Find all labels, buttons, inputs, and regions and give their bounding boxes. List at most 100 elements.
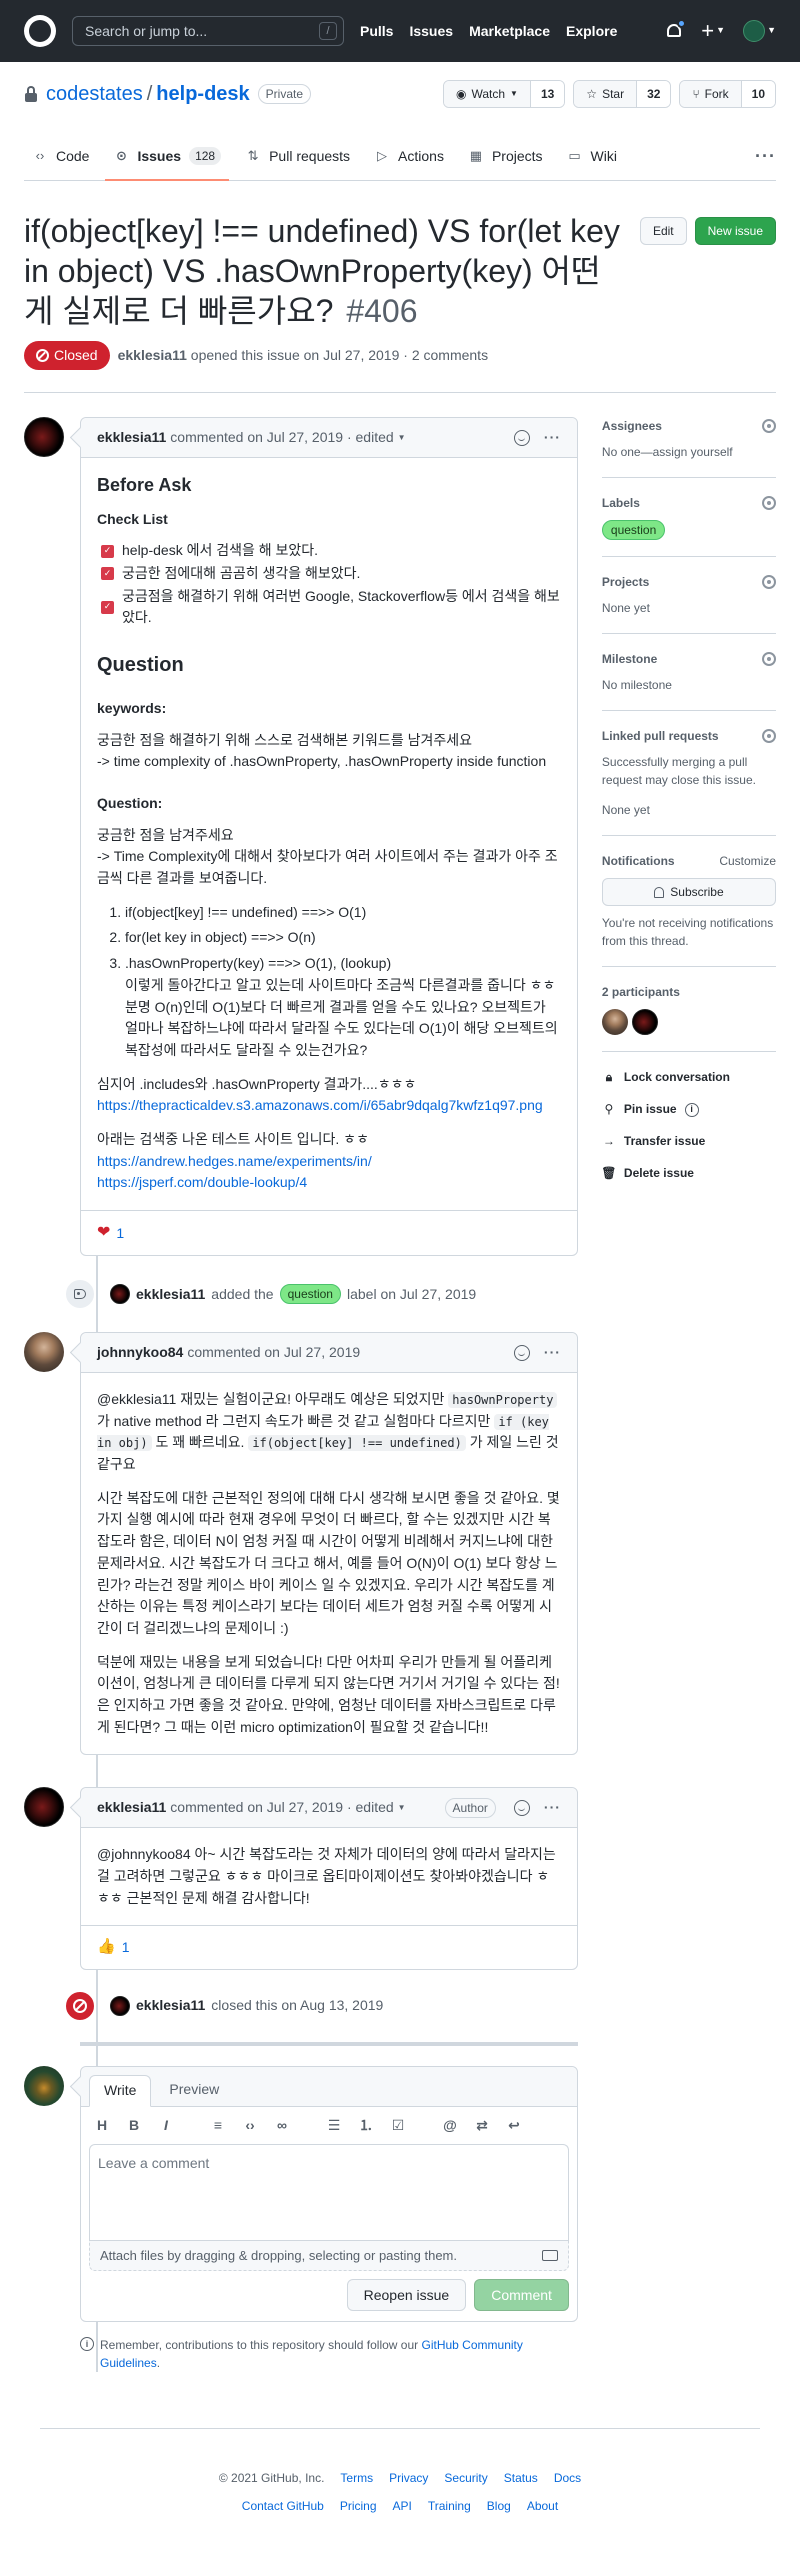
- gear-icon[interactable]: [762, 652, 776, 666]
- markdown-icon[interactable]: [541, 2250, 558, 2262]
- delete-issue-button[interactable]: 🗑︎ Delete issue: [601, 1164, 776, 1182]
- footer-link-training[interactable]: Training: [428, 2497, 471, 2515]
- comment-meta[interactable]: commented on Jul 27, 2019 · edited: [170, 1797, 393, 1818]
- event-author-link[interactable]: ekklesia11: [136, 1995, 205, 2016]
- tab-issues[interactable]: ⊙ Issues 128: [105, 132, 229, 181]
- tab-actions[interactable]: ▷ Actions: [366, 132, 452, 180]
- bold-icon[interactable]: B: [125, 2115, 143, 2136]
- thumbs-up-reaction[interactable]: 👍 1: [97, 1936, 129, 1959]
- footer-link-api[interactable]: API: [393, 2497, 412, 2515]
- nav-explore[interactable]: Explore: [566, 21, 617, 42]
- watch-count[interactable]: 13: [530, 81, 565, 107]
- participant-avatar[interactable]: [601, 1009, 628, 1035]
- gear-icon[interactable]: [762, 419, 776, 433]
- avatar[interactable]: [110, 1284, 130, 1304]
- more-tabs-button[interactable]: ···: [755, 132, 776, 180]
- saved-replies-icon[interactable]: ↩: [505, 2115, 523, 2136]
- add-reaction-icon[interactable]: [513, 1344, 530, 1361]
- avatar[interactable]: [24, 417, 64, 457]
- lock-conversation-button[interactable]: 🔒︎ Lock conversation: [602, 1068, 776, 1086]
- reopen-issue-button[interactable]: Reopen issue: [346, 2279, 467, 2312]
- footer-link-status[interactable]: Status: [504, 2469, 538, 2487]
- footer-link-pricing[interactable]: Pricing: [340, 2497, 377, 2515]
- gear-icon[interactable]: [762, 729, 776, 743]
- checkbox-checked-icon[interactable]: ✓: [101, 600, 114, 614]
- comment-options-icon[interactable]: ···: [544, 1797, 561, 1818]
- comment-author-link[interactable]: johnnykoo84: [97, 1342, 183, 1363]
- tab-wiki[interactable]: ▭ Wiki: [559, 132, 625, 180]
- comment-author-link[interactable]: ekklesia11: [97, 427, 166, 448]
- label-badge[interactable]: question: [601, 520, 666, 540]
- tab-projects[interactable]: ▦ Projects: [460, 132, 551, 180]
- assign-yourself-link[interactable]: No one—assign yourself: [602, 443, 776, 461]
- footer-link-docs[interactable]: Docs: [554, 2469, 581, 2487]
- user-menu[interactable]: ▼: [743, 20, 776, 42]
- pin-issue-button[interactable]: ⚲ Pin issue i: [602, 1100, 776, 1118]
- test-site-link[interactable]: https://andrew.hedges.name/experiments/i…: [97, 1153, 372, 1169]
- heart-reaction[interactable]: ❤ 1: [97, 1221, 124, 1245]
- avatar[interactable]: [110, 1995, 130, 2016]
- nav-issues[interactable]: Issues: [409, 21, 453, 42]
- watch-button[interactable]: ◉ Watch ▼: [443, 81, 531, 107]
- tab-code[interactable]: ‹› Code: [24, 132, 97, 180]
- mention-icon[interactable]: @: [441, 2115, 459, 2136]
- unordered-list-icon[interactable]: ☰: [325, 2115, 343, 2136]
- test-site-link[interactable]: https://jsperf.com/double-lookup/4: [97, 1174, 307, 1190]
- tab-pull-requests[interactable]: ⇅ Pull requests: [237, 132, 358, 180]
- create-new-menu[interactable]: + ▼: [701, 20, 725, 42]
- attach-files-bar[interactable]: Attach files by dragging & dropping, sel…: [89, 2239, 569, 2272]
- info-icon[interactable]: i: [684, 1102, 699, 1117]
- avatar[interactable]: [24, 1787, 64, 1828]
- footer-link-privacy[interactable]: Privacy: [389, 2469, 428, 2487]
- add-reaction-icon[interactable]: [513, 1799, 530, 1816]
- link-icon[interactable]: ∞: [273, 2115, 291, 2136]
- fork-count[interactable]: 10: [741, 81, 775, 107]
- comment-button[interactable]: Comment: [474, 2279, 569, 2312]
- comment-author-link[interactable]: ekklesia11: [97, 1797, 166, 1818]
- task-list-icon[interactable]: ☑: [389, 2115, 407, 2136]
- nav-marketplace[interactable]: Marketplace: [469, 21, 550, 42]
- comment-meta[interactable]: commented on Jul 27, 2019: [187, 1342, 360, 1363]
- star-count[interactable]: 32: [637, 81, 671, 107]
- notifications-bell-icon[interactable]: [665, 19, 687, 40]
- search-input[interactable]: Search or jump to... /: [72, 16, 344, 46]
- customize-link[interactable]: Customize: [719, 852, 776, 870]
- image-link[interactable]: https://thepracticaldev.s3.amazonaws.com…: [97, 1097, 543, 1113]
- heading-icon[interactable]: H: [93, 2115, 111, 2136]
- subscribe-button[interactable]: Subscribe: [601, 878, 776, 906]
- checkbox-checked-icon[interactable]: ✓: [101, 544, 114, 558]
- tab-preview[interactable]: Preview: [155, 2074, 233, 2106]
- italic-icon[interactable]: I: [157, 2115, 175, 2136]
- code-icon[interactable]: ‹›: [241, 2115, 259, 2136]
- comment-options-icon[interactable]: ···: [544, 427, 561, 448]
- footer-link-blog[interactable]: Blog: [487, 2497, 511, 2515]
- quote-icon[interactable]: ≡: [209, 2115, 227, 2136]
- footer-link-contact[interactable]: Contact GitHub: [242, 2497, 324, 2515]
- comment-options-icon[interactable]: ···: [544, 1342, 561, 1363]
- add-reaction-icon[interactable]: [513, 429, 530, 446]
- checkbox-checked-icon[interactable]: ✓: [101, 567, 114, 581]
- transfer-issue-button[interactable]: → Transfer issue: [602, 1132, 776, 1150]
- gear-icon[interactable]: [762, 496, 776, 510]
- ordered-list-icon[interactable]: ⒈: [357, 2115, 375, 2136]
- avatar[interactable]: [24, 1332, 64, 1372]
- new-issue-button[interactable]: New issue: [694, 217, 776, 245]
- gear-icon[interactable]: [762, 575, 776, 589]
- issue-author-link[interactable]: ekklesia11: [118, 347, 187, 363]
- cross-reference-icon[interactable]: ⇄: [473, 2115, 491, 2136]
- label-badge[interactable]: question: [279, 1284, 341, 1304]
- github-logo-icon[interactable]: [24, 15, 56, 47]
- repo-owner-link[interactable]: codestates: [46, 79, 143, 109]
- fork-button[interactable]: ⑂ Fork: [680, 81, 742, 107]
- participant-avatar[interactable]: [631, 1009, 658, 1035]
- comment-textarea[interactable]: Leave a comment: [89, 2143, 569, 2240]
- repo-name-link[interactable]: help-desk: [156, 79, 249, 109]
- event-author-link[interactable]: ekklesia11: [136, 1284, 205, 1305]
- comment-meta[interactable]: commented on Jul 27, 2019 · edited: [170, 427, 393, 448]
- star-button[interactable]: ☆ Star: [574, 81, 638, 107]
- nav-pulls[interactable]: Pulls: [360, 21, 393, 42]
- footer-link-about[interactable]: About: [527, 2497, 558, 2515]
- edit-title-button[interactable]: Edit: [639, 217, 687, 245]
- tab-write[interactable]: Write: [89, 2074, 152, 2107]
- footer-link-terms[interactable]: Terms: [340, 2469, 373, 2487]
